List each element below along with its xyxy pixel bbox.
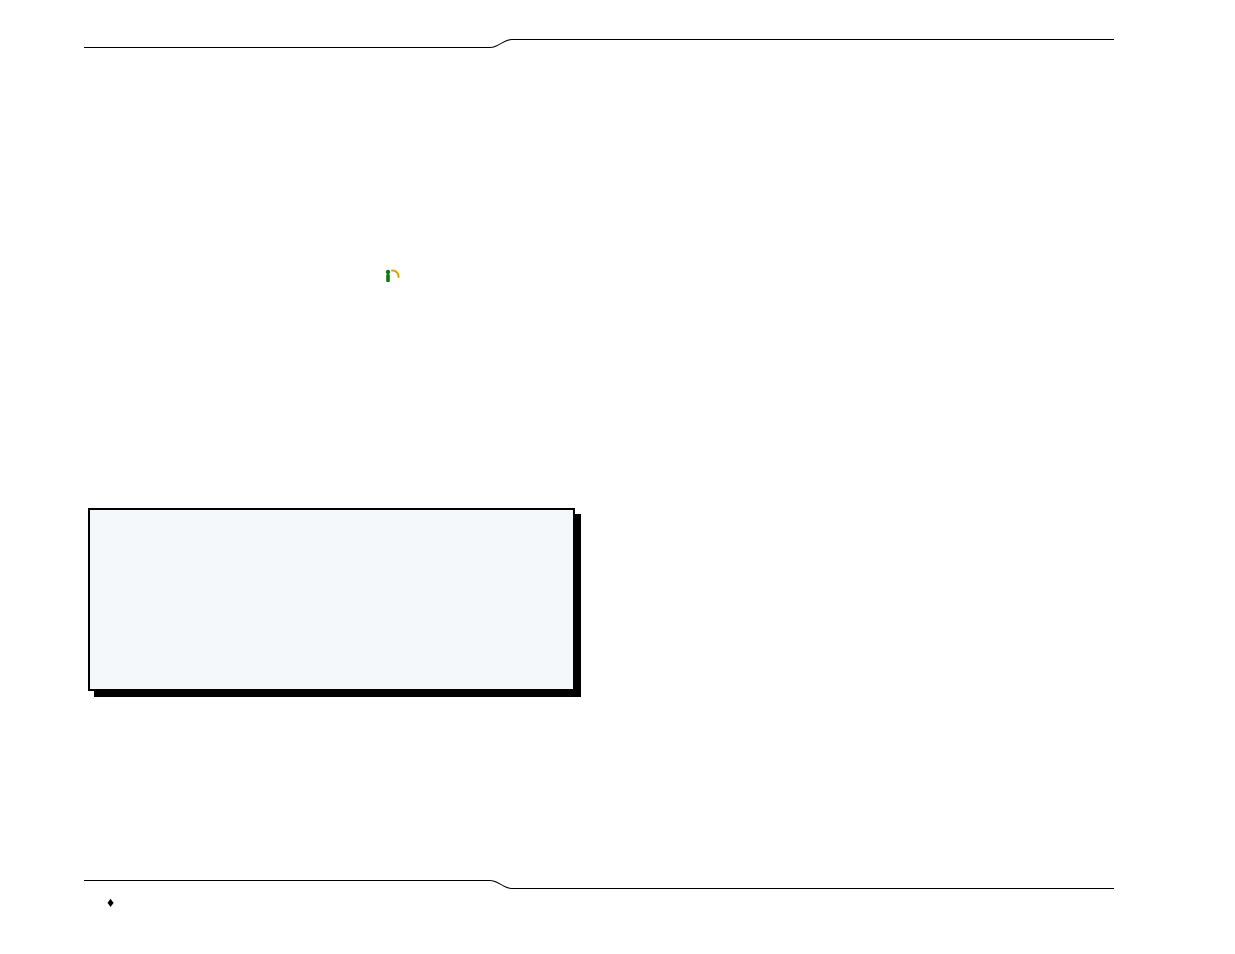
highlight-box bbox=[88, 508, 581, 697]
document-page: ♦ bbox=[0, 0, 1235, 954]
highlight-box-panel bbox=[88, 508, 575, 691]
top-divider-right bbox=[512, 39, 1114, 40]
bottom-divider-left bbox=[84, 880, 490, 881]
footer-bullet: ♦ bbox=[107, 897, 114, 911]
decorative-inline-icon bbox=[383, 268, 401, 286]
top-divider-left bbox=[84, 47, 490, 48]
bottom-divider-right bbox=[512, 888, 1114, 889]
top-divider-tab bbox=[490, 39, 512, 48]
bottom-divider-tab bbox=[490, 880, 512, 889]
